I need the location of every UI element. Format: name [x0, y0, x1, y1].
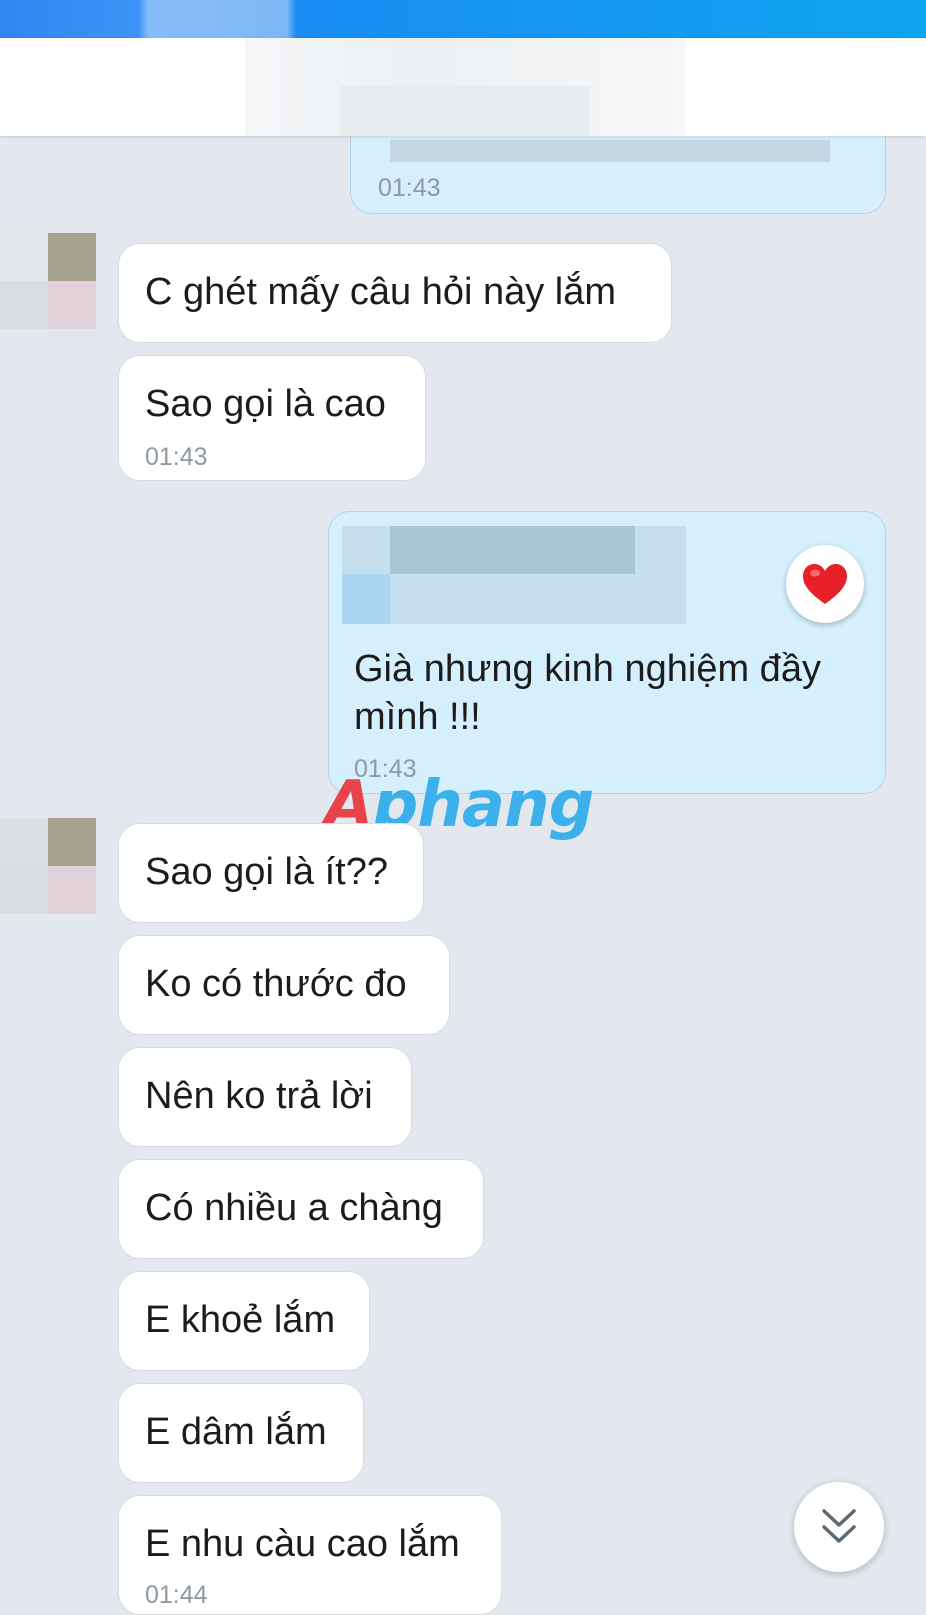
avatar[interactable]: [0, 233, 96, 329]
message-text-line: Già nhưng kinh nghiệm đầy: [354, 648, 821, 690]
message-text: Ko có thước đo: [145, 963, 407, 1005]
message-text: Nên ko trả lời: [145, 1075, 373, 1117]
message-text: Sao gọi là ít??: [145, 851, 388, 893]
message-text: Có nhiều a chàng: [145, 1187, 443, 1229]
message-text: C ghét mấy câu hỏi này lắm: [145, 271, 617, 313]
message-time: 01:43: [378, 174, 441, 202]
message-time: 01:43: [145, 443, 208, 471]
scroll-to-bottom-button[interactable]: [794, 1482, 884, 1572]
heart-icon: [803, 564, 847, 604]
message-text: E khoẻ lắm: [145, 1299, 336, 1341]
message-bubble-incoming[interactable]: E dâm lắm: [118, 1383, 364, 1483]
message-text: E nhu càu cao lắm: [145, 1523, 460, 1565]
message-text: E dâm lắm: [145, 1411, 327, 1453]
pixelated-text-block: [390, 140, 830, 162]
pixelated-quote-block: [342, 574, 390, 624]
message-text: Sao gọi là cao: [145, 383, 386, 425]
message-bubble-incoming[interactable]: Có nhiều a chàng: [118, 1159, 484, 1259]
pixelated-header-block: [340, 86, 590, 136]
status-bar: [0, 0, 926, 38]
message-bubble-incoming[interactable]: Nên ko trả lời: [118, 1047, 412, 1147]
avatar[interactable]: [0, 818, 96, 914]
reaction-button[interactable]: [786, 545, 864, 623]
message-bubble-incoming[interactable]: E khoẻ lắm: [118, 1271, 370, 1371]
message-time: 01:44: [145, 1581, 208, 1609]
message-bubble-incoming[interactable]: Sao gọi là ít??: [118, 823, 424, 923]
message-bubble-incoming[interactable]: C ghét mấy câu hỏi này lắm: [118, 243, 672, 343]
chat-header: [0, 38, 926, 136]
double-chevron-down-icon: [822, 1509, 856, 1543]
message-bubble-incoming[interactable]: Ko có thước đo: [118, 935, 450, 1035]
message-text-line: mình !!!: [354, 696, 481, 738]
pixelated-quote-block: [390, 526, 635, 574]
